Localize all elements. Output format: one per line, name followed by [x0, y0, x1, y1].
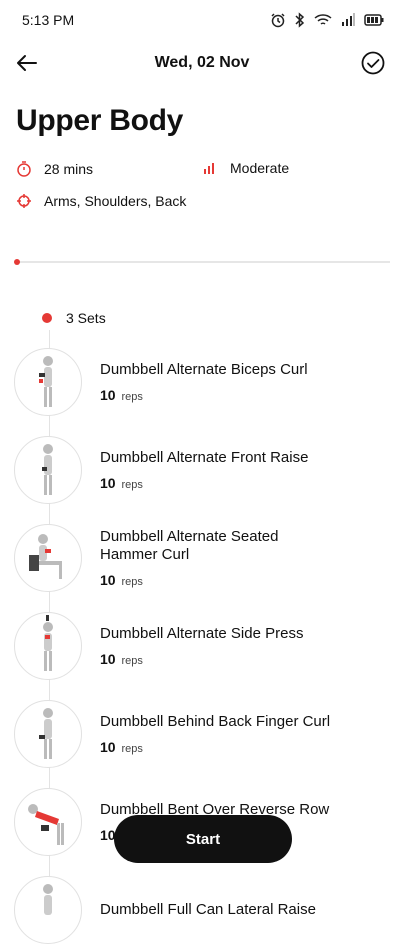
- wifi-icon: [314, 14, 332, 25]
- exercise-figure-icon: [29, 534, 62, 579]
- exercise-item[interactable]: Dumbbell Alternate Front Raise 10 reps: [14, 434, 394, 506]
- reps-unit: reps: [121, 479, 143, 491]
- reps-unit: reps: [121, 655, 143, 667]
- bluetooth-icon: [295, 12, 305, 28]
- reps-unit: reps: [121, 391, 143, 403]
- exercise-thumbnail: [14, 436, 82, 504]
- workout-title: Upper Body: [16, 104, 184, 137]
- exercise-item[interactable]: Dumbbell Alternate Side Press 10 reps: [14, 610, 394, 682]
- exercise-name: Dumbbell Alternate Biceps Curl: [100, 361, 308, 378]
- exercise-figure-icon: [42, 444, 53, 495]
- exercise-reps: 10 reps: [100, 475, 308, 491]
- exercise-thumbnail: [14, 700, 82, 768]
- battery-icon: [364, 14, 384, 26]
- exercise-figure-icon: [28, 804, 64, 845]
- reps-count: 10: [100, 739, 116, 755]
- intensity-text: Moderate: [230, 160, 290, 176]
- exercise-reps: 10 reps: [100, 651, 303, 667]
- status-icons: [270, 12, 384, 28]
- timer-icon: [17, 161, 31, 177]
- exercise-thumbnail: [14, 348, 82, 416]
- exercise-thumbnail: [14, 524, 82, 592]
- exercise-name: Dumbbell Alternate Front Raise: [100, 449, 309, 466]
- start-button[interactable]: Start: [114, 815, 292, 863]
- check-circle-icon[interactable]: [360, 50, 386, 76]
- app-bar: Wed, 02 Nov: [0, 42, 404, 84]
- signal-icon: [342, 13, 355, 26]
- exercise-reps: 10 reps: [100, 387, 308, 403]
- reps-unit: reps: [121, 576, 143, 588]
- exercise-name: Dumbbell Alternate Side Press: [100, 625, 304, 642]
- exercise-figure-icon: [39, 708, 53, 759]
- exercise-name: Dumbbell Behind Back Finger Curl: [100, 713, 331, 730]
- status-time: 5:13 PM: [22, 12, 75, 28]
- reps-count: 10: [100, 572, 116, 588]
- reps-count: 10: [100, 475, 116, 491]
- progress-track: [16, 261, 390, 263]
- exercise-name: Dumbbell Full Can Lateral Raise: [100, 901, 316, 918]
- reps-count: 10: [100, 651, 116, 667]
- target-crosshair-icon: [17, 194, 31, 208]
- exercise-item[interactable]: Dumbbell Full Can Lateral Raise: [14, 874, 394, 946]
- exercise-reps: 10 reps: [100, 572, 340, 588]
- alarm-icon: [271, 13, 285, 28]
- exercise-figure-icon: [39, 356, 53, 407]
- duration-meta: 28 mins: [16, 160, 93, 178]
- exercise-name: Dumbbell Alternate Seated Hammer Curl: [100, 528, 279, 563]
- reps-unit: reps: [121, 743, 143, 755]
- reps-count: 10: [100, 387, 116, 403]
- exercise-figure-icon: [43, 615, 53, 671]
- exercise-thumbnail: [14, 876, 82, 944]
- exercise-figure-icon: [43, 884, 53, 915]
- sets-row: 3 Sets: [42, 310, 106, 326]
- exercise-thumbnail: [14, 612, 82, 680]
- status-bar: 5:13 PM: [0, 0, 404, 40]
- header-date: Wed, 02 Nov: [154, 54, 250, 71]
- sets-dot: [42, 313, 52, 323]
- exercise-thumbnail: [14, 788, 82, 856]
- progress-indicator: [14, 259, 20, 265]
- intensity-meta: Moderate: [202, 160, 289, 176]
- back-arrow-icon[interactable]: [14, 50, 40, 76]
- intensity-bars-icon: [204, 163, 214, 174]
- exercise-item[interactable]: Dumbbell Behind Back Finger Curl 10 reps: [14, 698, 394, 770]
- exercise-item[interactable]: Dumbbell Alternate Seated Hammer Curl 10…: [14, 522, 394, 594]
- targets-text: Arms, Shoulders, Back: [44, 193, 187, 209]
- exercise-reps: 10 reps: [100, 739, 330, 755]
- exercise-item[interactable]: Dumbbell Alternate Biceps Curl 10 reps: [14, 346, 394, 418]
- duration-text: 28 mins: [44, 161, 94, 177]
- sets-label: 3 Sets: [66, 310, 106, 326]
- targets-meta: Arms, Shoulders, Back: [16, 193, 186, 209]
